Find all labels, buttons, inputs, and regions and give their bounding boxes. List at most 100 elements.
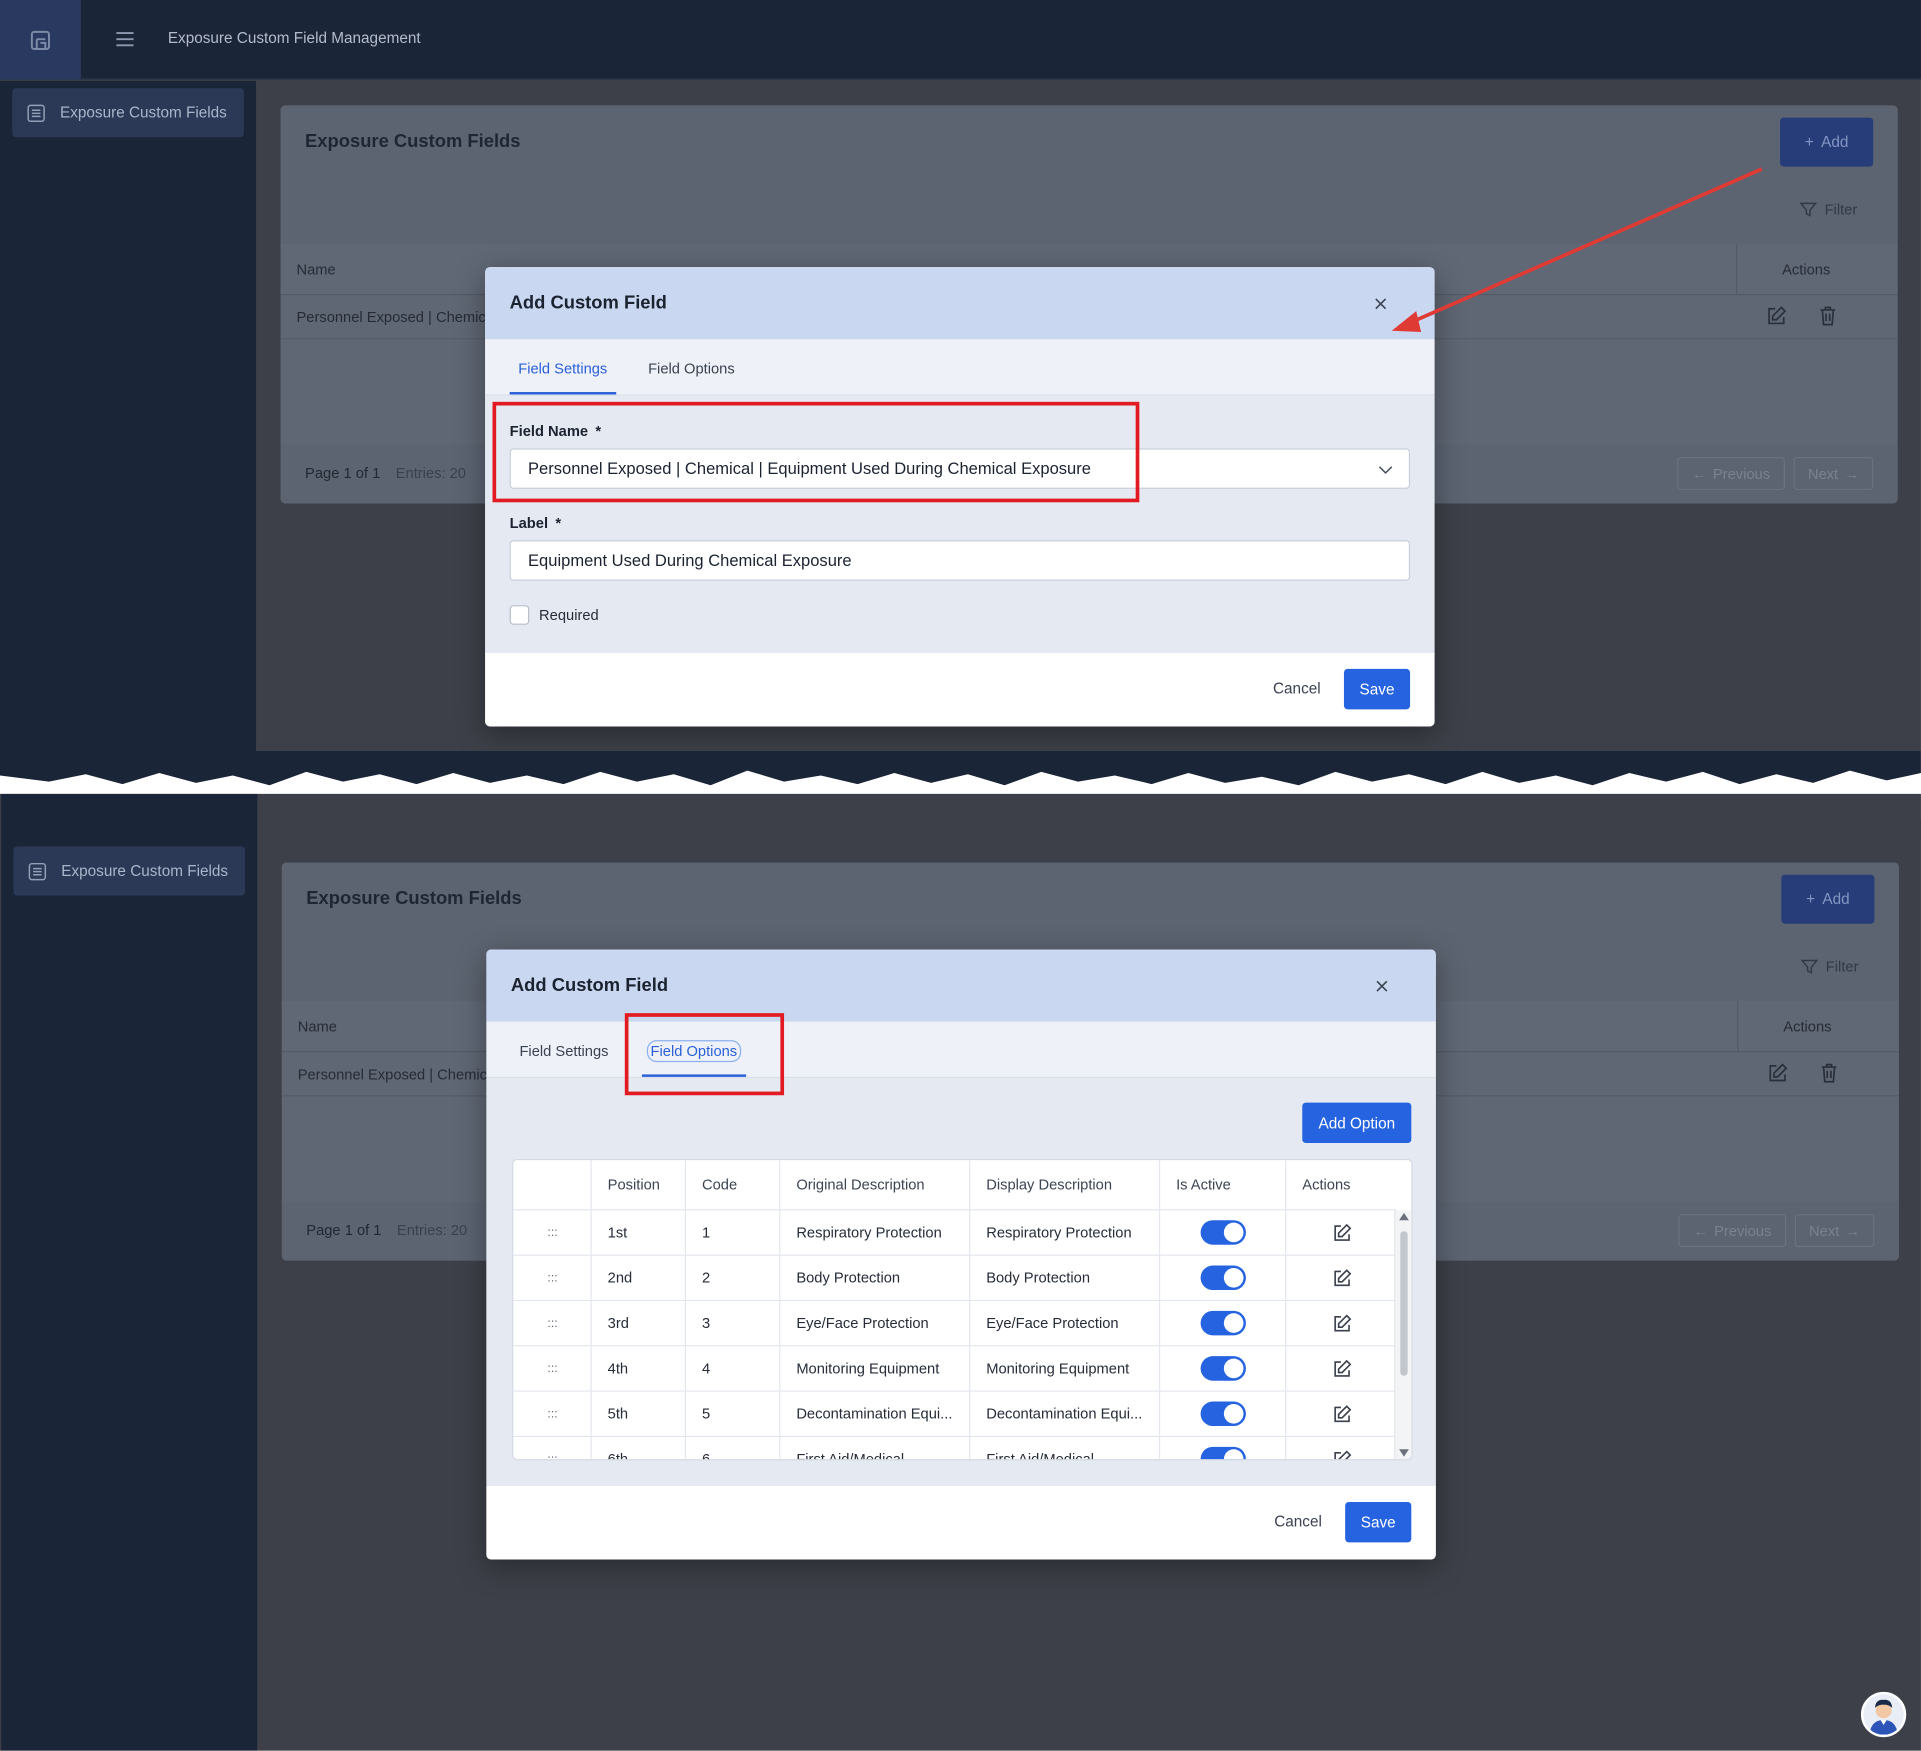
modal-footer: Cancel Save	[486, 1486, 1436, 1560]
app-logo[interactable]	[0, 0, 81, 80]
drag-handle-cell: :::	[513, 1301, 591, 1345]
add-button[interactable]: + Add	[1780, 117, 1874, 167]
header-text: Is Active	[1176, 1176, 1231, 1194]
drag-handle-icon[interactable]: :::	[547, 1452, 557, 1459]
options-table: Position Code Original Description Displ…	[512, 1158, 1413, 1461]
tab-field-options[interactable]: Field Options	[648, 360, 735, 377]
display-description-text: Decontamination Equi...	[986, 1405, 1143, 1423]
original-description-text: Eye/Face Protection	[796, 1314, 929, 1332]
next-button[interactable]: Next →	[1793, 456, 1874, 491]
delete-icon[interactable]	[1817, 305, 1839, 327]
sidebar-item-exposure-custom-fields[interactable]: Exposure Custom Fields	[12, 88, 244, 138]
label-input[interactable]: Equipment Used During Chemical Exposure	[509, 540, 1411, 581]
options-table-header: Position Code Original Description Displ…	[513, 1160, 1397, 1211]
display-description-cell: First Aid/Medical	[969, 1437, 1160, 1460]
edit-icon[interactable]	[1331, 1358, 1352, 1379]
drag-handle-icon[interactable]: :::	[547, 1362, 557, 1375]
screenshot-stage: Exposure Custom Field Management Exposur…	[0, 0, 1921, 1751]
row-actions	[1765, 305, 1839, 327]
drag-handle-icon[interactable]: :::	[547, 1407, 557, 1420]
cancel-button[interactable]: Cancel	[1274, 1513, 1322, 1530]
is-active-toggle[interactable]	[1200, 1265, 1246, 1291]
list-icon	[28, 862, 47, 880]
cancel-button[interactable]: Cancel	[1273, 680, 1321, 697]
is-active-toggle[interactable]	[1200, 1356, 1246, 1381]
add-button[interactable]: + Add	[1781, 874, 1875, 924]
scroll-thumb[interactable]	[1400, 1231, 1408, 1376]
table-row[interactable]: ::: 3rd 3 Eye/Face Protection Eye/Face Prote…	[513, 1301, 1397, 1347]
position-cell: 1st	[590, 1210, 686, 1255]
drag-handle-cell: :::	[513, 1256, 591, 1300]
avatar-icon	[1869, 1699, 1898, 1735]
is-active-toggle[interactable]	[1200, 1401, 1246, 1427]
edit-icon[interactable]	[1767, 1062, 1789, 1084]
sidebar: Exposure Custom Fields	[1, 793, 258, 1751]
code-cell: 2	[684, 1255, 781, 1300]
actions-cell	[1285, 1391, 1396, 1436]
app-logo-icon	[30, 30, 50, 50]
filter-button[interactable]: Filter	[1800, 201, 1857, 218]
table-row[interactable]: ::: 2nd 2 Body Protection Body Protection	[513, 1255, 1397, 1302]
save-button[interactable]: Save	[1345, 1501, 1412, 1543]
code-cell: 6	[684, 1437, 781, 1461]
close-icon[interactable]	[1375, 979, 1390, 994]
entries-select[interactable]: Entries: 20	[396, 464, 466, 481]
is-active-toggle[interactable]	[1200, 1310, 1246, 1336]
is-active-cell	[1158, 1391, 1286, 1436]
scroll-down-arrow[interactable]	[1399, 1449, 1409, 1457]
edit-icon[interactable]	[1765, 305, 1787, 327]
label-field-label-text: Label	[509, 514, 549, 532]
previous-button[interactable]: ← Previous	[1678, 1214, 1787, 1248]
card-header: Exposure Custom Fields + Add	[281, 862, 1899, 936]
table-row[interactable]: ::: 5th 5 Decontamination Equi... Decontamin…	[513, 1391, 1397, 1438]
actions-cell	[1285, 1301, 1396, 1346]
code-text: 4	[701, 1359, 711, 1378]
close-icon[interactable]	[1373, 296, 1388, 311]
save-button[interactable]: Save	[1343, 668, 1411, 710]
app-title: Exposure Custom Field Management	[167, 29, 421, 47]
modal-title: Add Custom Field	[510, 975, 669, 997]
actions-cell	[1285, 1346, 1396, 1391]
column-header-original-description: Original Description	[779, 1160, 970, 1210]
next-button[interactable]: Next →	[1794, 1214, 1875, 1248]
drag-handle-icon[interactable]: :::	[547, 1226, 557, 1239]
column-header-is-active: Is Active	[1158, 1160, 1286, 1210]
modal-title: Add Custom Field	[509, 292, 667, 314]
filter-button[interactable]: Filter	[1801, 958, 1858, 975]
next-label: Next	[1809, 1222, 1840, 1240]
position-cell: 3rd	[590, 1301, 686, 1346]
original-description-text: First Aid/Medical	[796, 1450, 905, 1461]
display-description-cell: Eye/Face Protection	[969, 1301, 1160, 1346]
hamburger-menu-icon[interactable]	[113, 27, 138, 52]
edit-icon[interactable]	[1331, 1222, 1352, 1243]
drag-handle-icon[interactable]: :::	[547, 1316, 557, 1329]
entries-select[interactable]: Entries: 20	[397, 1221, 467, 1238]
delete-icon[interactable]	[1818, 1062, 1840, 1084]
tab-field-settings[interactable]: Field Settings	[518, 360, 607, 377]
drag-handle-icon[interactable]: :::	[547, 1271, 557, 1284]
table-scrollbar[interactable]	[1394, 1210, 1412, 1460]
code-text: 6	[701, 1450, 711, 1461]
table-row[interactable]: ::: 6th 6 First Aid/Medical First Aid/Medica…	[513, 1437, 1396, 1460]
user-avatar[interactable]	[1860, 1691, 1907, 1738]
is-active-cell	[1158, 1437, 1286, 1460]
code-cell: 1	[684, 1210, 781, 1255]
table-row[interactable]: ::: 1st 1 Respiratory Protection Respiratory…	[513, 1210, 1397, 1256]
edit-icon[interactable]	[1331, 1449, 1352, 1461]
edit-icon[interactable]	[1331, 1313, 1352, 1334]
position-cell: 2nd	[590, 1255, 686, 1300]
label-value: Equipment Used During Chemical Exposure	[528, 551, 852, 570]
edit-icon[interactable]	[1331, 1403, 1352, 1424]
is-active-toggle[interactable]	[1200, 1446, 1246, 1460]
is-active-toggle[interactable]	[1200, 1220, 1246, 1245]
required-checkbox[interactable]	[509, 605, 530, 625]
sidebar-item-exposure-custom-fields[interactable]: Exposure Custom Fields	[13, 846, 246, 896]
table-row[interactable]: ::: 4th 4 Monitoring Equipment Monitoring Eq…	[513, 1346, 1397, 1392]
previous-button[interactable]: ← Previous	[1677, 456, 1785, 491]
tab-field-settings[interactable]: Field Settings	[519, 1043, 608, 1060]
add-option-button[interactable]: Add Option	[1302, 1102, 1412, 1144]
display-description-cell: Monitoring Equipment	[969, 1346, 1160, 1391]
sidebar-item-label: Exposure Custom Fields	[61, 862, 229, 880]
scroll-up-arrow[interactable]	[1399, 1212, 1409, 1221]
edit-icon[interactable]	[1331, 1267, 1352, 1288]
